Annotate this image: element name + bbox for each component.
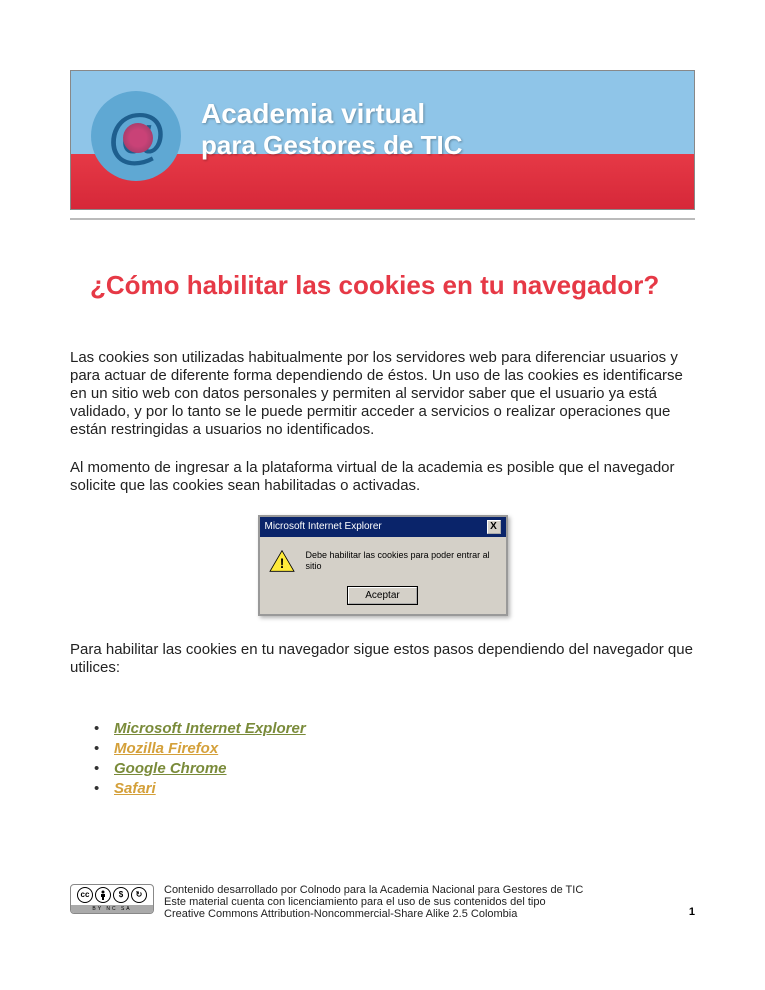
list-item: •Mozilla Firefox [94,739,695,759]
paragraph-3: Para habilitar las cookies en tu navegad… [70,641,695,677]
banner-text: Academia virtual para Gestores de TIC [201,98,463,161]
cc-icon: cc [77,887,93,903]
footer-line2: Este material cuenta con licenciamiento … [164,896,583,908]
link-ie[interactable]: Microsoft Internet Explorer [114,720,306,737]
page-title: ¿Cómo habilitar las cookies en tu navega… [90,270,695,301]
link-chrome[interactable]: Google Chrome [114,760,227,777]
svg-text:!: ! [279,556,284,571]
accept-button[interactable]: Aceptar [348,587,416,604]
footer: cc $ ↻ BY NC SA Contenido desarrollado p… [70,884,695,920]
warning-icon: ! [268,549,296,573]
cc-label: BY NC SA [71,905,153,913]
cc-license-badge: cc $ ↻ BY NC SA [70,884,154,914]
by-icon [95,887,111,903]
list-item: •Google Chrome [94,759,695,779]
link-safari[interactable]: Safari [114,780,156,797]
banner-line2: para Gestores de TIC [201,130,463,161]
divider [70,218,695,220]
list-item: •Microsoft Internet Explorer [94,719,695,739]
paragraph-1: Las cookies son utilizadas habitualmente… [70,349,695,439]
page-number: 1 [689,906,695,918]
list-item: •Safari [94,779,695,799]
dialog-titlebar: Microsoft Internet Explorer X [260,517,506,537]
at-logo-icon: @ [91,91,181,181]
close-icon[interactable]: X [487,520,501,534]
nc-icon: $ [113,887,129,903]
header-banner: @ Academia virtual para Gestores de TIC [70,70,695,210]
banner-line1: Academia virtual [201,98,463,130]
browser-list: •Microsoft Internet Explorer •Mozilla Fi… [94,719,695,799]
footer-line3: Creative Commons Attribution-Noncommerci… [164,908,583,920]
sa-icon: ↻ [131,887,147,903]
dialog-message: Debe habilitar las cookies para poder en… [306,550,498,572]
dialog-title: Microsoft Internet Explorer [265,521,382,533]
footer-line1: Contenido desarrollado por Colnodo para … [164,884,583,896]
paragraph-2: Al momento de ingresar a la plataforma v… [70,459,695,495]
link-firefox[interactable]: Mozilla Firefox [114,740,218,757]
footer-text: Contenido desarrollado por Colnodo para … [164,884,583,920]
ie-cookie-dialog: Microsoft Internet Explorer X ! Debe hab… [258,515,508,616]
